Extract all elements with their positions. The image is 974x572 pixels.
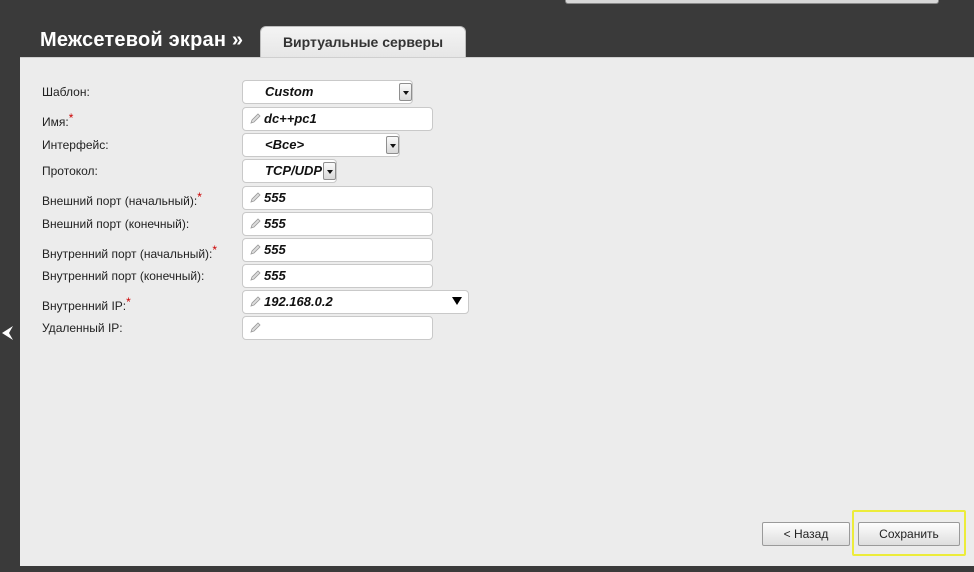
chevron-down-icon[interactable]: [399, 83, 412, 101]
page-title: Межсетевой экран »: [40, 29, 244, 51]
ext-port-start-value: 555: [264, 190, 286, 205]
protocol-label: Протокол:: [42, 164, 98, 178]
name-input[interactable]: dc++pc1: [242, 107, 433, 131]
template-value: Custom: [265, 84, 314, 99]
int-port-start-value: 555: [264, 242, 286, 257]
top-status-strip: [565, 0, 939, 4]
name-label: Имя:*: [42, 111, 74, 129]
pencil-icon: [250, 270, 261, 281]
interface-label: Интерфейс:: [42, 138, 109, 152]
protocol-value: TCP/UDP: [265, 163, 323, 178]
interface-value: <Все>: [265, 137, 305, 152]
internal-ip-value: 192.168.0.2: [264, 294, 333, 309]
internal-ip-label: Внутренний IP:*: [42, 295, 131, 313]
chevron-down-icon[interactable]: [386, 136, 399, 154]
ext-port-end-value: 555: [264, 216, 286, 231]
ext-port-start-label: Внешний порт (начальный):*: [42, 190, 202, 208]
virtual-server-form-panel: Шаблон: Custom Имя:* dc++pc1 Интерфейс: …: [20, 57, 974, 566]
save-button[interactable]: Сохранить: [858, 522, 960, 546]
int-port-end-label: Внутренний порт (конечный):: [42, 269, 205, 283]
pencil-icon: [250, 244, 261, 255]
remote-ip-label: Удаленный IP:: [42, 321, 123, 335]
pencil-icon: [250, 296, 261, 307]
remote-ip-input[interactable]: [242, 316, 433, 340]
protocol-select[interactable]: TCP/UDP: [242, 159, 337, 183]
template-select[interactable]: Custom: [242, 80, 413, 104]
ext-port-start-input[interactable]: 555: [242, 186, 433, 210]
pencil-icon: [250, 218, 261, 229]
int-port-start-input[interactable]: 555: [242, 238, 433, 262]
chevron-down-icon[interactable]: [323, 162, 336, 180]
ext-port-end-input[interactable]: 555: [242, 212, 433, 236]
back-button[interactable]: < Назад: [762, 522, 850, 546]
int-port-end-value: 555: [264, 268, 286, 283]
pencil-icon: [250, 192, 261, 203]
template-label: Шаблон:: [42, 85, 90, 99]
tab-virtual-servers[interactable]: Виртуальные серверы: [260, 26, 466, 58]
chevron-down-icon[interactable]: [452, 297, 462, 305]
int-port-end-input[interactable]: 555: [242, 264, 433, 288]
pencil-icon: [250, 322, 261, 333]
internal-ip-combobox[interactable]: 192.168.0.2: [242, 290, 469, 314]
ext-port-end-label: Внешний порт (конечный):: [42, 217, 190, 231]
name-value: dc++pc1: [264, 111, 317, 126]
chevron-left-icon[interactable]: [0, 322, 14, 344]
interface-select[interactable]: <Все>: [242, 133, 400, 157]
pencil-icon: [250, 113, 261, 124]
int-port-start-label: Внутренний порт (начальный):*: [42, 243, 218, 261]
